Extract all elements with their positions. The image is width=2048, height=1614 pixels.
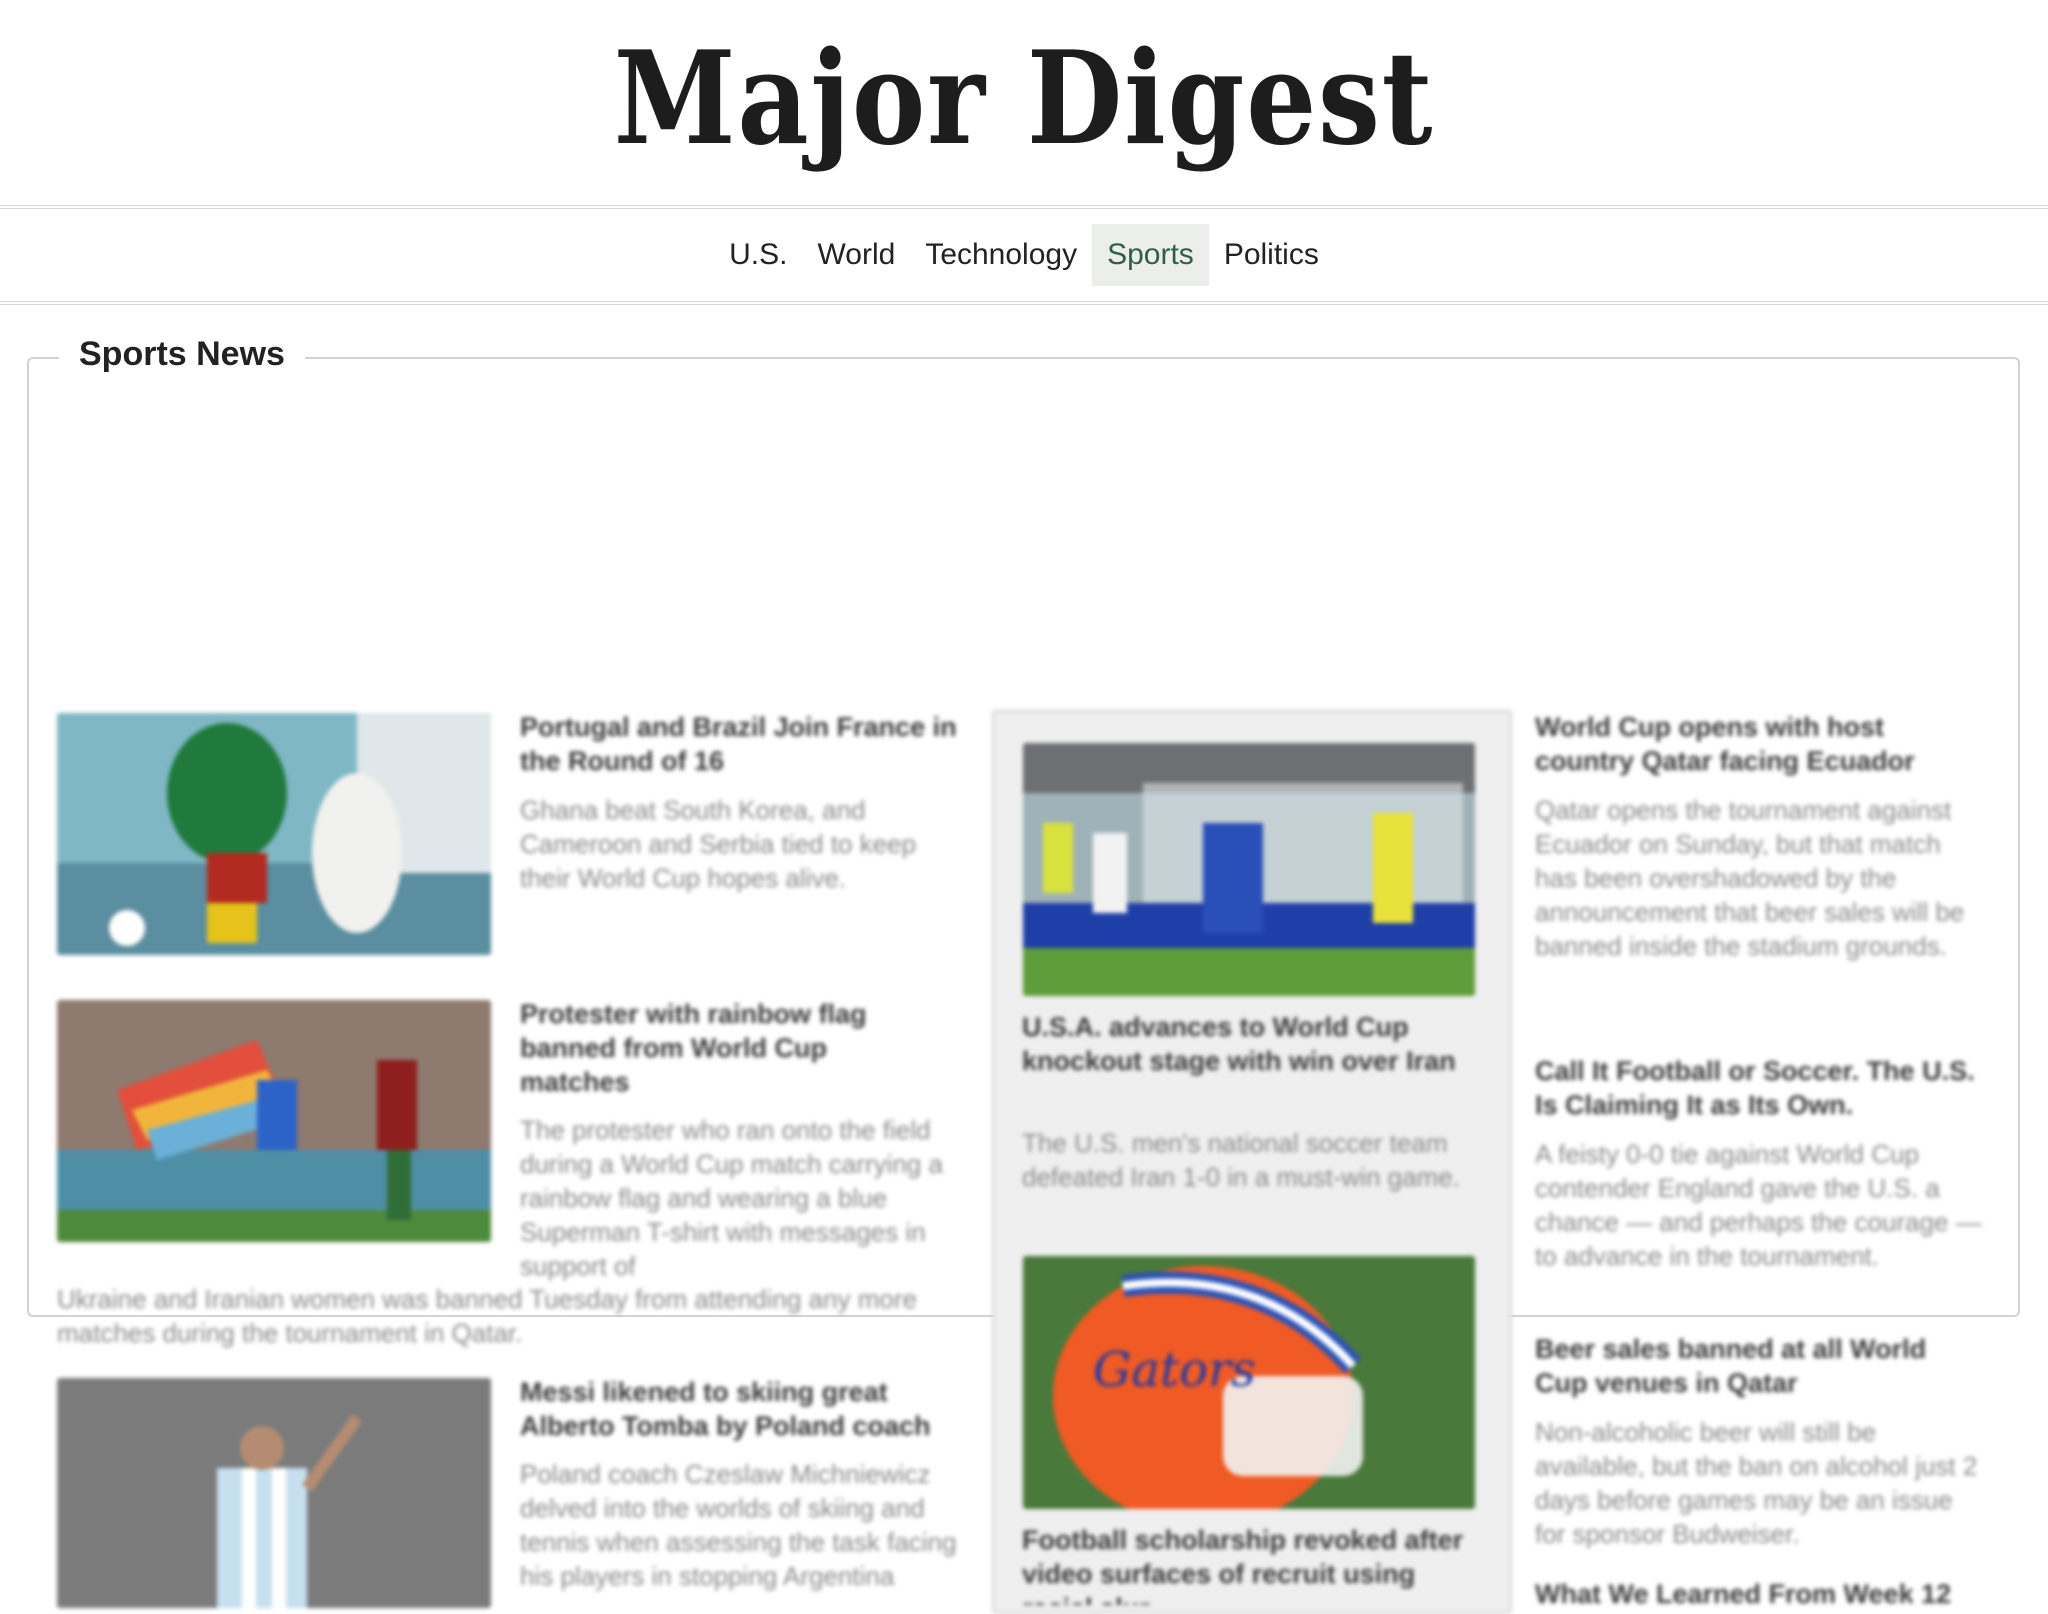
- story-headline[interactable]: What We Learned From Week 12: [1535, 1577, 2005, 1605]
- site-logo[interactable]: Major Digest: [143, 24, 1904, 174]
- story-thumbnail[interactable]: [57, 1378, 491, 1608]
- story-headline[interactable]: World Cup opens with host country Qatar …: [1535, 710, 1985, 778]
- svg-text:Gators: Gators: [1093, 1342, 1256, 1398]
- story-headline[interactable]: Call It Football or Soccer. The U.S. Is …: [1535, 1054, 1985, 1122]
- story-summary: Poland coach Czeslaw Michniewicz delved …: [520, 1459, 957, 1591]
- story-headline[interactable]: Portugal and Brazil Join France in the R…: [520, 710, 970, 778]
- story-summary: Ghana beat South Korea, and Cameroon and…: [520, 795, 917, 893]
- nav-item-politics[interactable]: Politics: [1209, 224, 1334, 286]
- story-thumbnail[interactable]: [57, 713, 491, 955]
- story-summary-wrap: Ukraine and Iranian women was banned Tue…: [57, 1284, 917, 1348]
- nav-item-sports[interactable]: Sports: [1092, 224, 1209, 286]
- masthead: Major Digest: [0, 0, 2048, 209]
- story-headline[interactable]: Football scholarship revoked after video…: [1022, 1523, 1472, 1605]
- story-thumbnail[interactable]: [1023, 743, 1475, 996]
- story-headline[interactable]: Beer sales banned at all World Cup venue…: [1535, 1332, 1985, 1400]
- story-headline[interactable]: Protester with rainbow flag banned from …: [520, 997, 920, 1099]
- category-nav: U.S. World Technology Sports Politics: [0, 209, 2048, 305]
- story-summary: Non-alcoholic beer will still be availab…: [1535, 1417, 1978, 1549]
- section-title: Sports News: [59, 335, 305, 374]
- story-thumbnail[interactable]: [57, 1000, 491, 1242]
- story-summary: The protester who ran onto the field dur…: [520, 1115, 943, 1281]
- story-summary: The U.S. men's national soccer team defe…: [1022, 1128, 1460, 1192]
- nav-item-technology[interactable]: Technology: [910, 224, 1092, 286]
- story-summary: A feisty 0-0 tie against World Cup conte…: [1535, 1139, 1982, 1271]
- nav-item-world[interactable]: World: [803, 224, 911, 286]
- nav-item-us[interactable]: U.S.: [714, 224, 802, 286]
- story-headline[interactable]: U.S.A. advances to World Cup knockout st…: [1022, 1010, 1472, 1078]
- story-summary: Qatar opens the tournament against Ecuad…: [1535, 795, 1965, 961]
- story-thumbnail[interactable]: Gators: [1023, 1256, 1475, 1509]
- story-headline[interactable]: Messi likened to skiing great Alberto To…: [520, 1375, 980, 1443]
